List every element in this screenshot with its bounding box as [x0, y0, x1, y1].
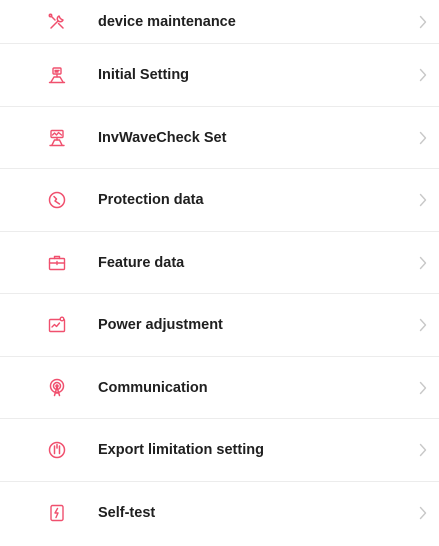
protection-icon: [47, 190, 67, 210]
chevron-right-icon: [417, 15, 429, 29]
export-limit-icon: [47, 440, 67, 460]
chevron-right-icon: [417, 381, 429, 395]
initial-setting-icon: [47, 65, 67, 85]
menu-item-label: Export limitation setting: [98, 442, 264, 459]
menu-item-power-adjustment[interactable]: Power adjustment: [0, 294, 439, 357]
menu-item-label: Protection data: [98, 192, 204, 209]
power-adjust-icon: [47, 315, 67, 335]
chevron-right-icon: [417, 506, 429, 520]
menu-item-label: Feature data: [98, 254, 185, 271]
chevron-right-icon: [417, 68, 429, 82]
menu-item-self-test[interactable]: Self-test: [0, 482, 439, 545]
chevron-right-icon: [417, 318, 429, 332]
menu-item-label: Self-test: [98, 504, 156, 521]
chevron-right-icon: [417, 256, 429, 270]
menu-item-export-limitation-setting[interactable]: Export limitation setting: [0, 419, 439, 482]
chevron-right-icon: [417, 193, 429, 207]
menu-item-label: Initial Setting: [98, 67, 190, 84]
menu-item-device-maintenance[interactable]: device maintenance: [0, 0, 439, 44]
menu-item-initial-setting[interactable]: Initial Setting: [0, 44, 439, 107]
feature-icon: [47, 253, 67, 273]
menu-item-feature-data[interactable]: Feature data: [0, 232, 439, 295]
menu-item-label: InvWaveCheck Set: [98, 129, 227, 146]
menu-item-invwavecheck-set[interactable]: InvWaveCheck Set: [0, 107, 439, 170]
communication-icon: [47, 378, 67, 398]
wave-check-icon: [47, 128, 67, 148]
settings-menu: device maintenance Initial Setting InvWa…: [0, 0, 439, 546]
menu-item-communication[interactable]: Communication: [0, 357, 439, 420]
chevron-right-icon: [417, 131, 429, 145]
menu-item-label: Communication: [98, 379, 208, 396]
menu-item-label: Power adjustment: [98, 317, 223, 334]
tools-icon: [47, 12, 67, 32]
menu-item-protection-data[interactable]: Protection data: [0, 169, 439, 232]
menu-item-label: device maintenance: [98, 14, 236, 30]
chevron-right-icon: [417, 443, 429, 457]
self-test-icon: [47, 503, 67, 523]
